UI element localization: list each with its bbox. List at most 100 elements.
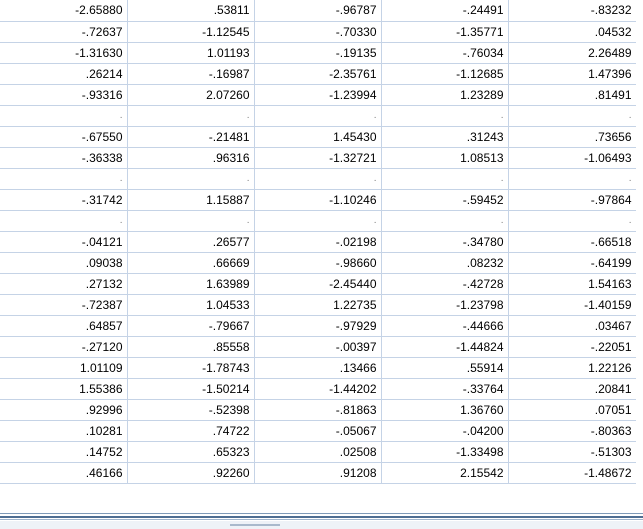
data-cell[interactable]: -1.40159 [508,294,637,316]
data-cell[interactable]: . [254,168,382,190]
data-cell[interactable]: -2.65880 [0,0,128,22]
data-cell[interactable]: .03467 [508,315,637,337]
data-cell[interactable]: -1.06493 [508,147,637,169]
data-cell[interactable]: .20841 [508,378,637,400]
data-cell[interactable]: .09038 [0,252,128,274]
data-cell[interactable]: .64857 [0,315,128,337]
data-cell[interactable]: .26577 [127,231,255,253]
data-cell[interactable]: . [381,105,509,127]
data-cell[interactable]: -1.12685 [381,63,509,85]
data-cell[interactable]: 1.08513 [381,147,509,169]
data-cell[interactable]: -.70330 [254,21,382,43]
data-cell[interactable]: 1.22126 [508,357,637,379]
data-cell[interactable]: -.00397 [254,336,382,358]
data-cell[interactable]: -.72637 [0,21,128,43]
data-cell[interactable]: -.02198 [254,231,382,253]
data-cell[interactable]: 2.15542 [381,462,509,484]
data-grid[interactable]: -2.65880.53811 -.96787 -.24491 -.83232 -.726… [0,0,643,512]
data-cell[interactable]: 1.47396 [508,63,637,85]
data-cell[interactable]: . [254,105,382,127]
data-cell[interactable]: -.97929 [254,315,382,337]
data-cell[interactable]: -1.44202 [254,378,382,400]
data-cell[interactable]: -.34780 [381,231,509,253]
data-cell[interactable]: .65323 [127,441,255,463]
data-cell[interactable]: . [381,210,509,232]
data-cell[interactable]: -1.33498 [381,441,509,463]
data-cell[interactable]: . [127,105,255,127]
data-cell[interactable]: -.04121 [0,231,128,253]
data-cell[interactable]: 1.23289 [381,84,509,106]
data-cell[interactable]: -1.35771 [381,21,509,43]
data-cell[interactable]: 1.63989 [127,273,255,295]
data-cell[interactable]: -.21481 [127,126,255,148]
data-cell[interactable]: . [508,168,637,190]
data-cell[interactable]: 1.55386 [0,378,128,400]
data-cell[interactable]: -.66518 [508,231,637,253]
data-cell[interactable]: .14752 [0,441,128,463]
data-cell[interactable]: -.64199 [508,252,637,274]
data-cell[interactable]: .07051 [508,399,637,421]
data-cell[interactable]: .53811 [127,0,255,22]
data-cell[interactable]: -1.78743 [127,357,255,379]
data-cell[interactable]: -.79667 [127,315,255,337]
data-cell[interactable]: -2.35761 [254,63,382,85]
data-cell[interactable]: -.96787 [254,0,382,22]
data-cell[interactable]: -1.48672 [508,462,637,484]
data-cell[interactable]: -1.50214 [127,378,255,400]
data-cell[interactable]: . [0,105,128,127]
data-cell[interactable]: -.42728 [381,273,509,295]
data-cell[interactable]: . [381,168,509,190]
data-cell[interactable]: 1.04533 [127,294,255,316]
data-cell[interactable]: .92260 [127,462,255,484]
data-cell[interactable]: -.36338 [0,147,128,169]
data-cell[interactable]: .02508 [254,441,382,463]
data-cell[interactable]: .66669 [127,252,255,274]
data-cell[interactable]: 1.01193 [127,42,255,64]
data-cell[interactable]: -.80363 [508,420,637,442]
data-cell[interactable]: -.52398 [127,399,255,421]
data-cell[interactable]: -.72387 [0,294,128,316]
data-cell[interactable]: .26214 [0,63,128,85]
data-cell[interactable]: .31243 [381,126,509,148]
data-cell[interactable]: -.27120 [0,336,128,358]
data-cell[interactable]: 1.54163 [508,273,637,295]
data-cell[interactable]: -.93316 [0,84,128,106]
data-cell[interactable]: -1.23798 [381,294,509,316]
data-cell[interactable]: -.44666 [381,315,509,337]
data-cell[interactable]: .13466 [254,357,382,379]
data-cell[interactable]: .81491 [508,84,637,106]
data-cell[interactable]: -1.23994 [254,84,382,106]
data-cell[interactable]: .85558 [127,336,255,358]
data-cell[interactable]: 1.15887 [127,189,255,211]
data-cell[interactable]: .73656 [508,126,637,148]
data-cell[interactable]: -1.44824 [381,336,509,358]
scrollbar-thumb[interactable] [230,524,280,526]
data-cell[interactable]: . [254,210,382,232]
data-cell[interactable]: . [0,210,128,232]
data-cell[interactable]: .04532 [508,21,637,43]
data-cell[interactable]: -.51303 [508,441,637,463]
data-cell[interactable]: -.59452 [381,189,509,211]
data-cell[interactable]: -.81863 [254,399,382,421]
data-cell[interactable]: . [508,210,637,232]
data-cell[interactable]: -1.32721 [254,147,382,169]
data-cell[interactable]: .27132 [0,273,128,295]
data-cell[interactable]: .96316 [127,147,255,169]
data-cell[interactable]: . [0,168,128,190]
data-cell[interactable]: .74722 [127,420,255,442]
data-cell[interactable]: . [127,210,255,232]
data-cell[interactable]: -1.10246 [254,189,382,211]
data-cell[interactable]: . [127,168,255,190]
data-cell[interactable]: -.33764 [381,378,509,400]
data-cell[interactable]: -2.45440 [254,273,382,295]
data-cell[interactable]: -.98660 [254,252,382,274]
data-cell[interactable]: .08232 [381,252,509,274]
data-cell[interactable]: 1.36760 [381,399,509,421]
data-cell[interactable]: .10281 [0,420,128,442]
data-cell[interactable]: .55914 [381,357,509,379]
data-cell[interactable]: -.67550 [0,126,128,148]
data-cell[interactable]: .46166 [0,462,128,484]
data-cell[interactable]: . [508,105,637,127]
data-cell[interactable]: 1.22735 [254,294,382,316]
data-cell[interactable]: -1.31630 [0,42,128,64]
